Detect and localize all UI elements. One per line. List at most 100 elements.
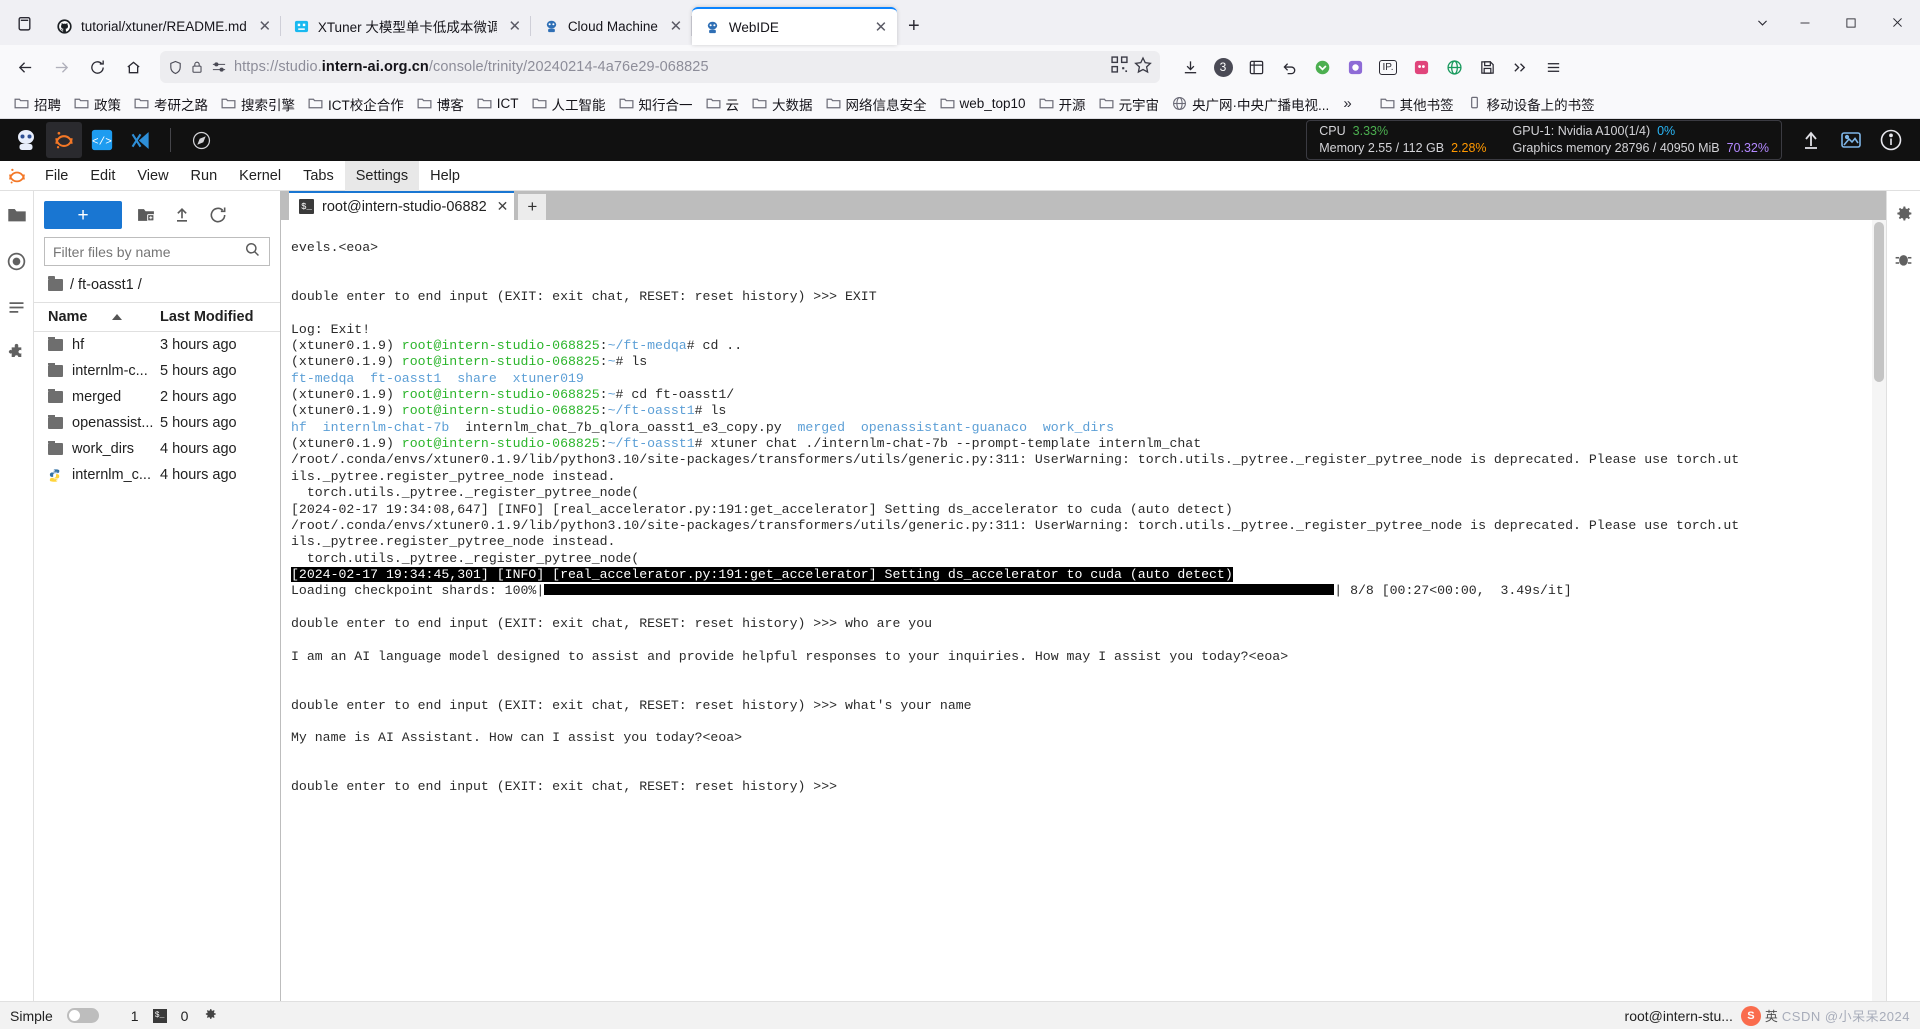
new-launcher-button[interactable]: +: [44, 201, 122, 229]
bookmark-item[interactable]: ICT校企合作: [302, 91, 410, 117]
table-row[interactable]: openassist... 5 hours ago: [34, 410, 280, 436]
save-icon[interactable]: [1471, 51, 1503, 83]
tab-close-icon[interactable]: ✕: [255, 16, 275, 36]
bookmark-item[interactable]: 元宇宙: [1093, 91, 1166, 117]
bookmark-item[interactable]: 网络信息安全: [820, 91, 933, 117]
breadcrumb[interactable]: / ft-oasst1 /: [34, 274, 280, 302]
mobile-bookmarks-button[interactable]: 移动设备上的书签: [1461, 91, 1601, 117]
vscode-icon[interactable]: [122, 122, 158, 158]
upload-icon[interactable]: [170, 203, 194, 227]
lock-icon[interactable]: [190, 60, 204, 74]
table-row[interactable]: merged 2 hours ago: [34, 384, 280, 410]
bookmark-item[interactable]: 央广网·中央广播电视...: [1166, 91, 1335, 117]
info-icon[interactable]: [1878, 127, 1904, 153]
code-icon[interactable]: </>: [84, 122, 120, 158]
browser-tab-0[interactable]: tutorial/xtuner/README.md ✕: [44, 7, 281, 45]
compass-icon[interactable]: [183, 122, 219, 158]
menu-settings[interactable]: Settings: [344, 160, 420, 191]
file-browser-icon[interactable]: [5, 203, 29, 227]
ime-indicator[interactable]: 英: [1765, 1006, 1778, 1025]
back-button[interactable]: [8, 50, 42, 84]
other-bookmarks-button[interactable]: 其他书签: [1374, 91, 1460, 117]
globe-icon[interactable]: [1438, 51, 1470, 83]
ip-icon[interactable]: IP.: [1372, 51, 1404, 83]
close-button[interactable]: [1874, 0, 1920, 45]
menu-view[interactable]: View: [126, 161, 179, 191]
bookmark-item[interactable]: 考研之路: [128, 91, 214, 117]
new-folder-icon[interactable]: [134, 203, 158, 227]
qrcode-icon[interactable]: [1111, 56, 1128, 78]
list-all-tabs-icon[interactable]: [1742, 0, 1782, 45]
tab-close-icon[interactable]: ✕: [505, 16, 525, 36]
search-icon[interactable]: [244, 241, 261, 263]
gear-icon[interactable]: [202, 1006, 218, 1025]
running-terminals-icon[interactable]: [5, 249, 29, 273]
bookmark-item[interactable]: 人工智能: [526, 91, 612, 117]
menu-help[interactable]: Help: [419, 161, 471, 191]
overflow-icon[interactable]: [1504, 51, 1536, 83]
tab-close-icon[interactable]: ✕: [871, 17, 891, 37]
extensions-icon[interactable]: [5, 341, 29, 365]
bookmark-item[interactable]: web_top10: [934, 93, 1032, 114]
permissions-icon[interactable]: [211, 60, 227, 74]
menu-file[interactable]: File: [34, 161, 79, 191]
settings-gear-icon[interactable]: [1892, 201, 1916, 225]
menu-edit[interactable]: Edit: [79, 161, 126, 191]
reload-button[interactable]: [80, 50, 114, 84]
bookmark-item[interactable]: 招聘: [8, 91, 67, 117]
app-menu-icon[interactable]: [1537, 51, 1569, 83]
tab-close-icon[interactable]: ✕: [666, 16, 686, 36]
bookmark-star-icon[interactable]: [1134, 55, 1152, 79]
bookmarks-overflow-button[interactable]: »: [1336, 92, 1358, 115]
menu-kernel[interactable]: Kernel: [228, 161, 292, 191]
upload-icon[interactable]: [1798, 127, 1824, 153]
filter-files-field[interactable]: [44, 237, 270, 266]
scrollbar-thumb[interactable]: [1874, 222, 1884, 382]
terminal-tab[interactable]: $_ root@intern-studio-06882 ✕: [289, 191, 515, 220]
close-icon[interactable]: ✕: [495, 198, 509, 215]
search-input[interactable]: [53, 243, 244, 260]
column-header-modified[interactable]: Last Modified: [160, 309, 272, 325]
table-row[interactable]: internlm-c... 5 hours ago: [34, 358, 280, 384]
bookmark-item[interactable]: 知行合一: [613, 91, 699, 117]
undo-icon[interactable]: [1273, 51, 1305, 83]
url-bar[interactable]: https://studio.intern-ai.org.cn/console/…: [160, 51, 1160, 83]
add-tab-button[interactable]: +: [518, 194, 547, 220]
bookmark-item[interactable]: 大数据: [746, 91, 819, 117]
simple-mode-toggle[interactable]: [66, 1008, 99, 1023]
bookmark-item[interactable]: 政策: [68, 91, 127, 117]
jupyterhub-icon[interactable]: [8, 122, 44, 158]
colorpick-icon[interactable]: [1339, 51, 1371, 83]
jupyterlab-icon[interactable]: [46, 122, 82, 158]
bookmark-item[interactable]: 搜索引擎: [215, 91, 301, 117]
column-header-name[interactable]: Name: [48, 309, 160, 325]
account-badge[interactable]: 3: [1207, 51, 1239, 83]
table-row[interactable]: hf 3 hours ago: [34, 332, 280, 358]
terminal-output[interactable]: evels.<eoa> double enter to end input (E…: [281, 228, 1886, 796]
browser-tab-1[interactable]: XTuner 大模型单卡低成本微调 ✕: [281, 7, 531, 45]
home-button[interactable]: [116, 50, 150, 84]
tab-list-button[interactable]: [4, 3, 44, 43]
bookmark-item[interactable]: 开源: [1033, 91, 1092, 117]
sort-ascending-icon[interactable]: [111, 314, 122, 320]
menu-tabs[interactable]: Tabs: [292, 161, 345, 191]
menu-run[interactable]: Run: [180, 161, 229, 191]
tampermonkey-icon[interactable]: [1405, 51, 1437, 83]
terminal-scrollbar[interactable]: [1872, 220, 1886, 1001]
shield-icon[interactable]: [168, 60, 183, 75]
new-tab-button[interactable]: +: [897, 9, 931, 43]
browser-tab-3[interactable]: WebIDE ✕: [691, 7, 897, 45]
bookmark-item[interactable]: 博客: [411, 91, 470, 117]
pocket-icon[interactable]: [1306, 51, 1338, 83]
bookmark-item[interactable]: ICT: [471, 93, 525, 114]
table-row[interactable]: internlm_c... 4 hours ago: [34, 462, 280, 488]
download-icon[interactable]: [1174, 51, 1206, 83]
refresh-icon[interactable]: [206, 203, 230, 227]
bookmark-item[interactable]: 云: [700, 91, 746, 117]
terminal-viewport[interactable]: evels.<eoa> double enter to end input (E…: [281, 220, 1886, 1001]
minimize-button[interactable]: [1782, 0, 1828, 45]
table-row[interactable]: work_dirs 4 hours ago: [34, 436, 280, 462]
commands-icon[interactable]: [5, 295, 29, 319]
maximize-button[interactable]: [1828, 0, 1874, 45]
browser-tab-2[interactable]: Cloud Machine ✕: [531, 7, 692, 45]
